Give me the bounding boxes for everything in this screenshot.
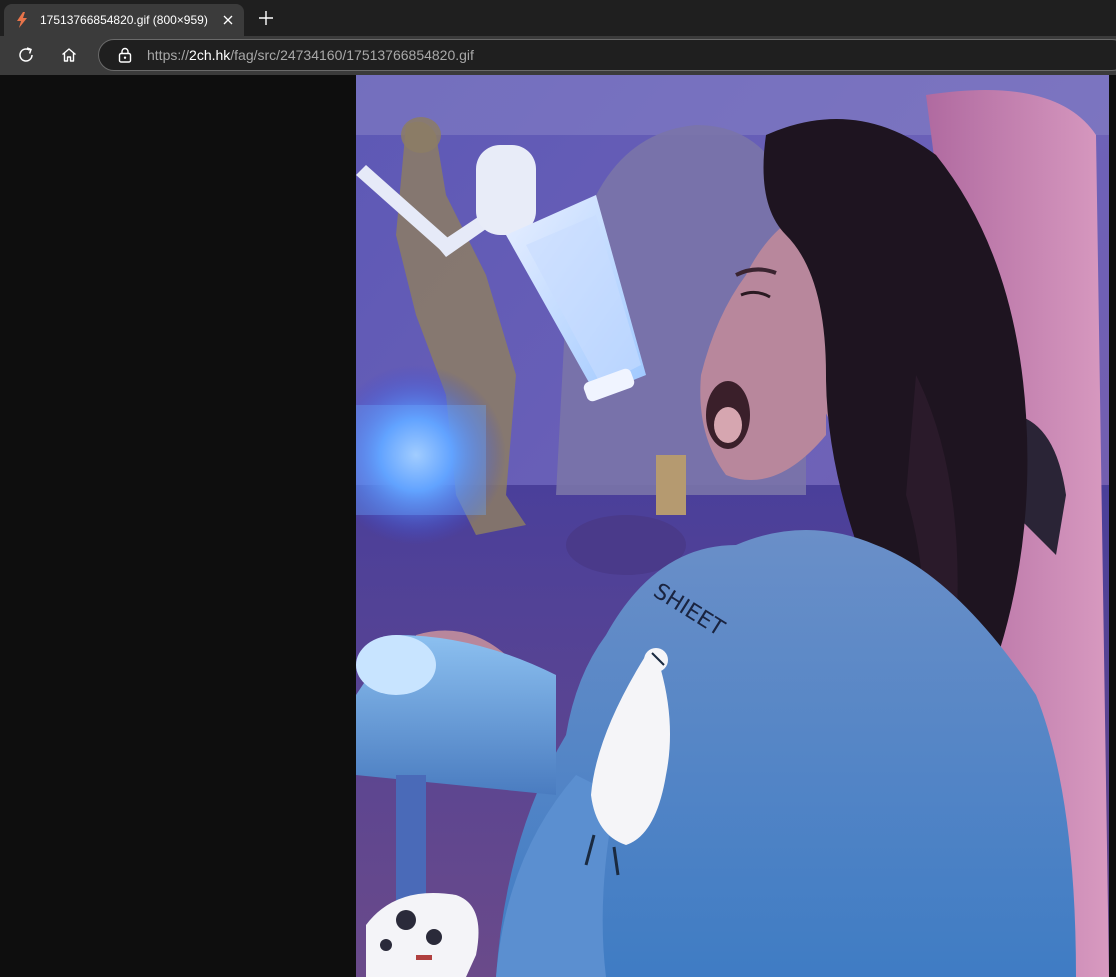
reload-icon: [19, 47, 33, 62]
streamer-scene: SHIEET: [356, 75, 1109, 977]
page-viewport: SHIEET: [0, 75, 1116, 977]
close-icon[interactable]: [218, 10, 238, 30]
tab-strip: 17513766854820.gif (800×959): [0, 0, 1116, 36]
reload-button[interactable]: [11, 40, 41, 70]
url-host: 2ch.hk: [189, 47, 231, 63]
url-scheme: https://: [147, 47, 190, 63]
toolbar: https://2ch.hk/fag/src/24734160/17513766…: [0, 36, 1116, 75]
url-text: https://2ch.hk/fag/src/24734160/17513766…: [147, 47, 474, 63]
gif-image: SHIEET: [356, 75, 1109, 977]
active-tab[interactable]: 17513766854820.gif (800×959): [4, 4, 244, 36]
url-path: /fag/src/24734160/17513766854820.gif: [230, 47, 474, 63]
lightning-icon: [14, 12, 30, 28]
plus-icon: [259, 11, 273, 25]
home-button[interactable]: [54, 40, 84, 70]
new-tab-button[interactable]: [254, 6, 278, 30]
tab-title: 17513766854820.gif (800×959): [40, 13, 208, 27]
lock-icon[interactable]: [117, 47, 133, 63]
home-icon: [62, 48, 76, 62]
address-bar[interactable]: https://2ch.hk/fag/src/24734160/17513766…: [98, 39, 1116, 71]
